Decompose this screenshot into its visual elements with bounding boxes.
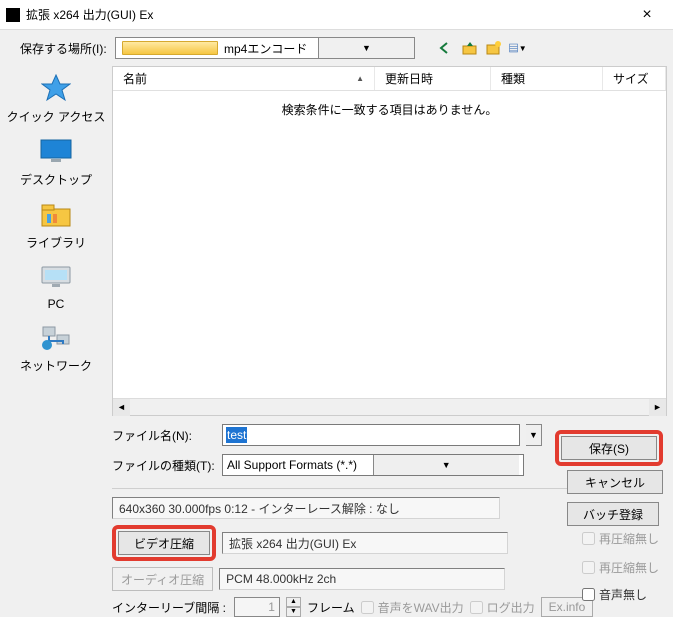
- video-compress-button[interactable]: ビデオ圧縮: [118, 531, 210, 555]
- folder-icon: [122, 41, 218, 55]
- col-size[interactable]: サイズ: [603, 67, 666, 90]
- filetype-label: ファイルの種類(T):: [112, 457, 216, 474]
- file-list[interactable]: 名前▲ 更新日時 種類 サイズ 検索条件に一致する項目はありません。 ◄ ►: [112, 66, 667, 416]
- video-codec-info: 拡張 x264 出力(GUI) Ex: [222, 532, 508, 554]
- place-pc[interactable]: PC: [0, 261, 112, 311]
- folder-name: mp4エンコード: [224, 40, 318, 57]
- highlight-save: 保存(S): [555, 430, 663, 466]
- folder-toolbar: 保存する場所(I): mp4エンコード ▼ ▼: [0, 30, 673, 66]
- interleave-spinner[interactable]: ▲▼: [286, 597, 301, 617]
- chevron-down-icon[interactable]: ▼: [318, 38, 413, 58]
- desktop-icon: [38, 135, 74, 167]
- batch-register-button[interactable]: バッチ登録: [567, 502, 659, 526]
- place-desktop[interactable]: デスクトップ: [0, 135, 112, 188]
- cancel-button[interactable]: キャンセル: [567, 470, 663, 494]
- log-output-checkbox: ログ出力: [470, 599, 535, 616]
- window-title: 拡張 x264 出力(GUI) Ex: [26, 6, 627, 23]
- interleave-label: インターリーブ間隔 :: [112, 599, 226, 616]
- star-icon: [38, 72, 74, 104]
- save-in-label: 保存する場所(I):: [20, 40, 107, 57]
- place-label: ネットワーク: [20, 357, 92, 374]
- empty-message: 検索条件に一致する項目はありません。: [113, 91, 666, 398]
- col-type[interactable]: 種類: [491, 67, 603, 90]
- no-recompress-checkbox: 再圧縮無し: [582, 530, 659, 547]
- place-label: PC: [48, 297, 65, 311]
- scroll-right-icon[interactable]: ►: [649, 399, 666, 416]
- chevron-down-icon[interactable]: ▼: [373, 455, 520, 475]
- titlebar: 拡張 x264 出力(GUI) Ex ×: [0, 0, 673, 30]
- app-icon: [6, 8, 20, 22]
- spin-up-icon: ▲: [286, 597, 301, 607]
- pc-icon: [38, 261, 74, 293]
- save-button[interactable]: 保存(S): [561, 436, 657, 460]
- chevron-down-icon[interactable]: ▼: [526, 424, 542, 446]
- col-name[interactable]: 名前▲: [113, 67, 375, 90]
- media-info: 640x360 30.000fps 0:12 - インターレース解除 : なし: [112, 497, 500, 519]
- places-bar: クイック アクセス デスクトップ ライブラリ PC ネットワーク: [0, 66, 112, 416]
- place-network[interactable]: ネットワーク: [0, 321, 112, 374]
- filename-input[interactable]: test: [222, 424, 520, 446]
- sort-asc-icon: ▲: [356, 74, 364, 83]
- chevron-down-icon: ▼: [519, 44, 527, 53]
- place-library[interactable]: ライブラリ: [0, 198, 112, 251]
- up-folder-icon[interactable]: [461, 40, 479, 56]
- close-icon[interactable]: ×: [627, 6, 667, 24]
- no-audio-checkbox[interactable]: 音声無し: [582, 586, 659, 603]
- place-label: クイック アクセス: [7, 108, 106, 125]
- back-icon[interactable]: [437, 40, 455, 56]
- column-headers[interactable]: 名前▲ 更新日時 種類 サイズ: [113, 67, 666, 91]
- highlight-video-btn: ビデオ圧縮: [112, 525, 216, 561]
- wav-output-checkbox: 音声をWAV出力: [361, 599, 464, 616]
- new-folder-icon[interactable]: [485, 40, 503, 56]
- network-icon: [38, 321, 74, 353]
- place-quick-access[interactable]: クイック アクセス: [0, 72, 112, 125]
- view-menu-icon[interactable]: ▼: [509, 40, 527, 56]
- folder-dropdown[interactable]: mp4エンコード ▼: [115, 37, 415, 59]
- filetype-value: All Support Formats (*.*): [227, 458, 373, 472]
- no-recompress2-checkbox: [582, 561, 595, 574]
- interleave-input[interactable]: 1: [234, 597, 280, 617]
- audio-compress-button: オーディオ圧縮: [112, 567, 213, 591]
- audio-codec-info: PCM 48.000kHz 2ch: [219, 568, 505, 590]
- filetype-dropdown[interactable]: All Support Formats (*.*) ▼: [222, 454, 524, 476]
- scroll-left-icon[interactable]: ◄: [113, 399, 130, 416]
- place-label: デスクトップ: [20, 171, 92, 188]
- library-icon: [38, 198, 74, 230]
- horizontal-scrollbar[interactable]: ◄ ►: [113, 398, 666, 415]
- filename-value: test: [226, 427, 247, 443]
- frame-label: フレーム: [307, 599, 355, 616]
- col-date[interactable]: 更新日時: [375, 67, 491, 90]
- place-label: ライブラリ: [26, 234, 86, 251]
- filename-label: ファイル名(N):: [112, 427, 216, 444]
